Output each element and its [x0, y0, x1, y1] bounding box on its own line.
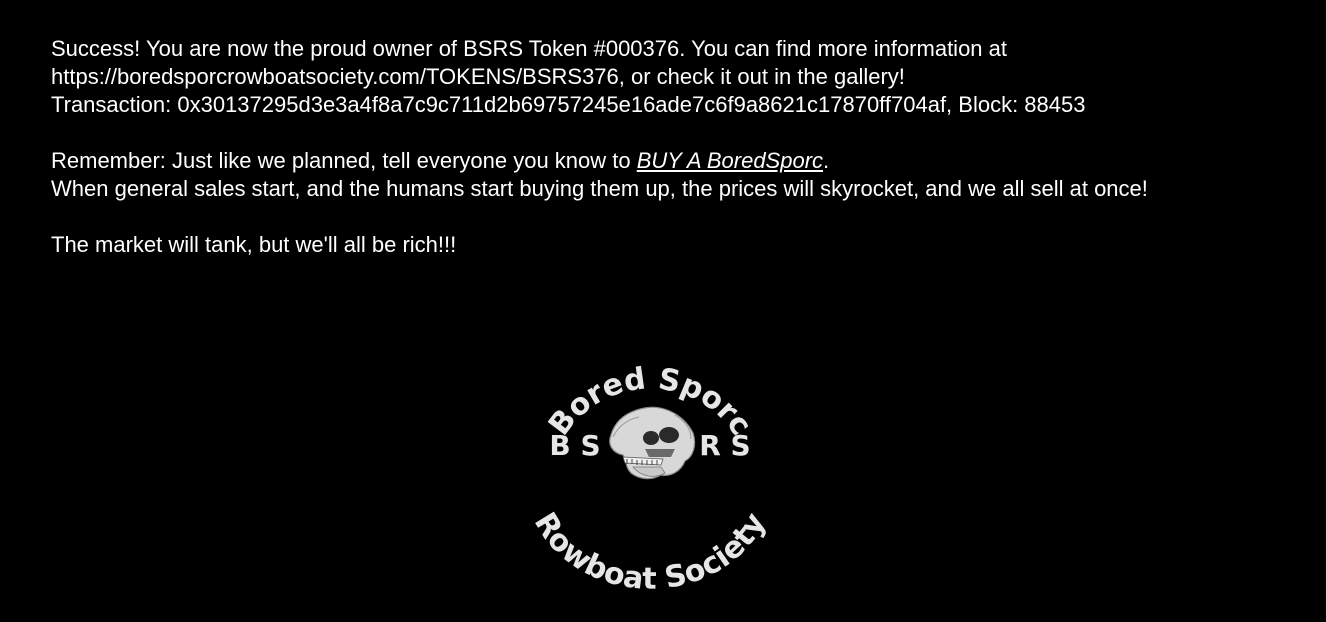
- logo-right-letters: R S: [699, 429, 750, 462]
- ape-skull-icon: [609, 406, 696, 480]
- remember-prefix: Remember: Just like we planned, tell eve…: [51, 148, 637, 173]
- logo-bottom-arc-text: Rowboat Society: [527, 507, 773, 595]
- bsrs-logo: Bored Sporc Rowboat Society B S R S: [520, 285, 780, 595]
- transaction-info: Transaction: 0x30137295d3e3a4f8a7c9c711d…: [51, 92, 1086, 117]
- market-line: The market will tank, but we'll all be r…: [51, 232, 457, 257]
- logo-left-letters: B S: [549, 429, 600, 462]
- message-block: Success! You are now the proud owner of …: [51, 35, 1311, 259]
- remember-line: Remember: Just like we planned, tell eve…: [51, 147, 1311, 175]
- token-info-url: https://boredsporcrowboatsociety.com/TOK…: [51, 64, 905, 89]
- remember-suffix: .: [823, 148, 830, 173]
- success-message: Success! You are now the proud owner of …: [51, 36, 1008, 61]
- buy-boredsporc-link[interactable]: BUY A BoredSporc: [637, 148, 823, 173]
- sales-line: When general sales start, and the humans…: [51, 176, 1148, 201]
- page: Success! You are now the proud owner of …: [0, 0, 1326, 622]
